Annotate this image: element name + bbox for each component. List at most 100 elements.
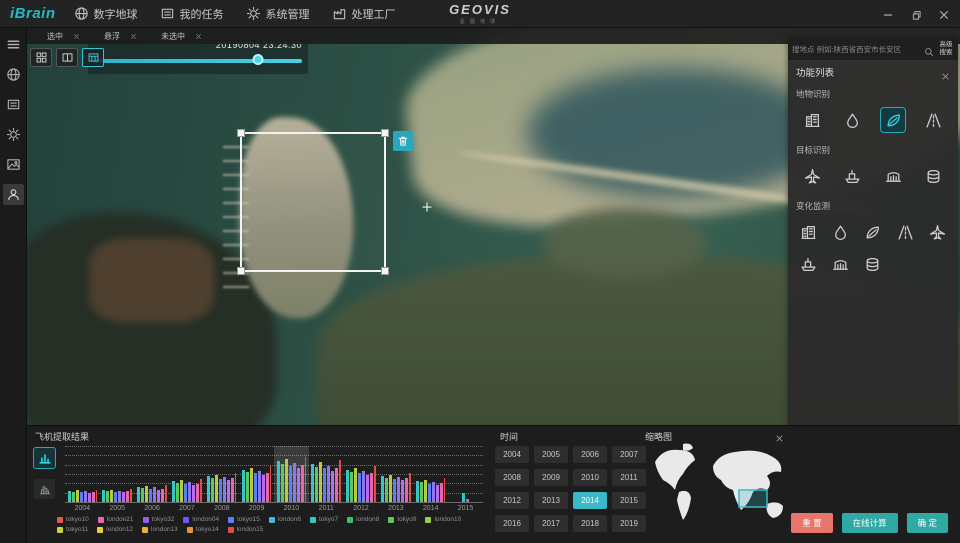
bar-group-2006[interactable] (135, 446, 170, 502)
year-button-2019[interactable]: 2019 (612, 515, 646, 532)
function-droplet-button[interactable] (841, 108, 865, 132)
year-button-2017[interactable]: 2017 (534, 515, 568, 532)
map-tool-table-button[interactable] (82, 48, 104, 67)
function-bridge-button[interactable] (881, 164, 905, 188)
year-button-2005[interactable]: 2005 (534, 446, 568, 463)
map-tool-split-button[interactable] (56, 48, 78, 67)
function-droplet-button[interactable] (829, 220, 853, 244)
bar-group-2005[interactable] (100, 446, 135, 502)
tab-close-icon[interactable] (73, 33, 80, 40)
year-button-2018[interactable]: 2018 (573, 515, 607, 532)
function-plane-button[interactable] (800, 164, 824, 188)
search-input[interactable]: 搜地点 例如:陕西省西安市长安区 (792, 44, 920, 55)
function-building-button[interactable] (800, 108, 824, 132)
function-tank-button[interactable] (922, 164, 946, 188)
function-road-button[interactable] (893, 220, 917, 244)
legend-item-london13[interactable]: london13 (142, 526, 178, 533)
bar-group-2004[interactable] (65, 446, 100, 502)
map-selection-rectangle[interactable] (240, 132, 386, 272)
function-leaf-button[interactable] (861, 220, 885, 244)
year-button-2016[interactable]: 2016 (495, 515, 529, 532)
nav-item-3[interactable]: 系统管理 (246, 6, 310, 22)
location-search-bar[interactable]: 搜地点 例如:陕西省西安市长安区 高级搜索 (788, 38, 958, 60)
year-button-2010[interactable]: 2010 (573, 469, 607, 486)
legend-item-tokyo11[interactable]: tokyo11 (57, 526, 88, 533)
tab-close-icon[interactable] (130, 33, 137, 40)
tab-3[interactable]: 未选中 (151, 28, 212, 44)
tab-2[interactable]: 悬浮 (94, 28, 147, 44)
panel-close-icon[interactable] (941, 68, 950, 77)
function-tank-button[interactable] (861, 252, 885, 276)
legend-item-london21[interactable]: london21 (98, 516, 134, 523)
action-button-3[interactable]: 确 定 (907, 513, 948, 533)
bar-group-2014[interactable] (413, 446, 448, 502)
selection-handle-sw[interactable] (237, 267, 245, 275)
legend-item-london04[interactable]: london04 (183, 516, 219, 523)
tab-close-icon[interactable] (195, 33, 202, 40)
year-button-2012[interactable]: 2012 (495, 492, 529, 509)
search-icon[interactable] (924, 44, 934, 54)
timeline-slider-track[interactable] (94, 59, 302, 63)
sidebar-item-menu[interactable] (3, 34, 24, 55)
year-button-2015[interactable]: 2015 (612, 492, 646, 509)
map-tool-grid-button[interactable] (30, 48, 52, 67)
delete-selection-button[interactable] (393, 131, 413, 151)
bar-group-2008[interactable] (204, 446, 239, 502)
legend-item-tokyo10[interactable]: tokyo10 (57, 516, 89, 523)
legend-item-london15[interactable]: london15 (228, 526, 264, 533)
legend-item-tokyo7[interactable]: tokyo7 (310, 516, 338, 523)
maximize-button[interactable] (910, 8, 922, 20)
bar-group-2007[interactable] (169, 446, 204, 502)
year-button-2009[interactable]: 2009 (534, 469, 568, 486)
sidebar-item-tasks[interactable] (3, 94, 24, 115)
selection-handle-ne[interactable] (381, 129, 389, 137)
world-map-thumbnail[interactable] (649, 440, 797, 536)
chart-toggle-histogram-button[interactable] (34, 479, 55, 499)
legend-item-london10[interactable]: london10 (425, 516, 461, 523)
sidebar-item-gear[interactable] (3, 124, 24, 145)
selection-handle-nw[interactable] (237, 129, 245, 137)
bar-group-2013[interactable] (378, 446, 413, 502)
year-button-2007[interactable]: 2007 (612, 446, 646, 463)
function-road-button[interactable] (922, 108, 946, 132)
bar-group-2011[interactable] (309, 446, 344, 502)
action-button-2[interactable]: 在线计算 (842, 513, 898, 533)
legend-item-london12[interactable]: london12 (97, 526, 133, 533)
legend-item-tokyo32[interactable]: tokyo32 (143, 516, 175, 523)
year-button-2004[interactable]: 2004 (495, 446, 529, 463)
year-button-2013[interactable]: 2013 (534, 492, 568, 509)
legend-item-london8[interactable]: london8 (347, 516, 379, 523)
bar-group-2012[interactable] (344, 446, 379, 502)
year-button-2008[interactable]: 2008 (495, 469, 529, 486)
minimize-button[interactable] (882, 8, 894, 20)
legend-item-tokyo15[interactable]: tokyo15 (228, 516, 260, 523)
function-building-button[interactable] (796, 220, 820, 244)
selection-handle-se[interactable] (381, 267, 389, 275)
nav-item-2[interactable]: 我的任务 (160, 6, 224, 22)
close-button[interactable] (938, 8, 950, 20)
action-button-1[interactable]: 重 置 (791, 513, 832, 533)
advanced-search-button[interactable]: 高级搜索 (938, 41, 954, 57)
year-button-2006[interactable]: 2006 (573, 446, 607, 463)
year-button-2011[interactable]: 2011 (612, 469, 646, 486)
function-ship-button[interactable] (796, 252, 820, 276)
tab-1[interactable]: 选中 (37, 28, 90, 44)
sidebar-item-assistant[interactable] (3, 184, 24, 205)
bar-group-2009[interactable] (239, 446, 274, 502)
function-bridge-button[interactable] (829, 252, 853, 276)
sidebar-item-image[interactable] (3, 154, 24, 175)
legend-item-tokyo9[interactable]: tokyo9 (388, 516, 416, 523)
sidebar-item-globe[interactable] (3, 64, 24, 85)
year-button-2014[interactable]: 2014 (573, 492, 607, 509)
legend-item-london6[interactable]: london6 (269, 516, 301, 523)
legend-item-tokyo14[interactable]: tokyo14 (187, 526, 219, 533)
nav-item-4[interactable]: 处理工厂 (332, 6, 396, 22)
bar-group-2015[interactable] (448, 446, 483, 502)
function-ship-button[interactable] (841, 164, 865, 188)
results-panel-close-icon[interactable] (775, 430, 784, 439)
function-leaf-button[interactable] (881, 108, 905, 132)
bar-group-2010[interactable] (274, 446, 309, 502)
function-plane-button[interactable] (926, 220, 950, 244)
chart-toggle-barchart-button[interactable] (34, 448, 55, 468)
nav-item-1[interactable]: 数字地球 (74, 6, 138, 22)
